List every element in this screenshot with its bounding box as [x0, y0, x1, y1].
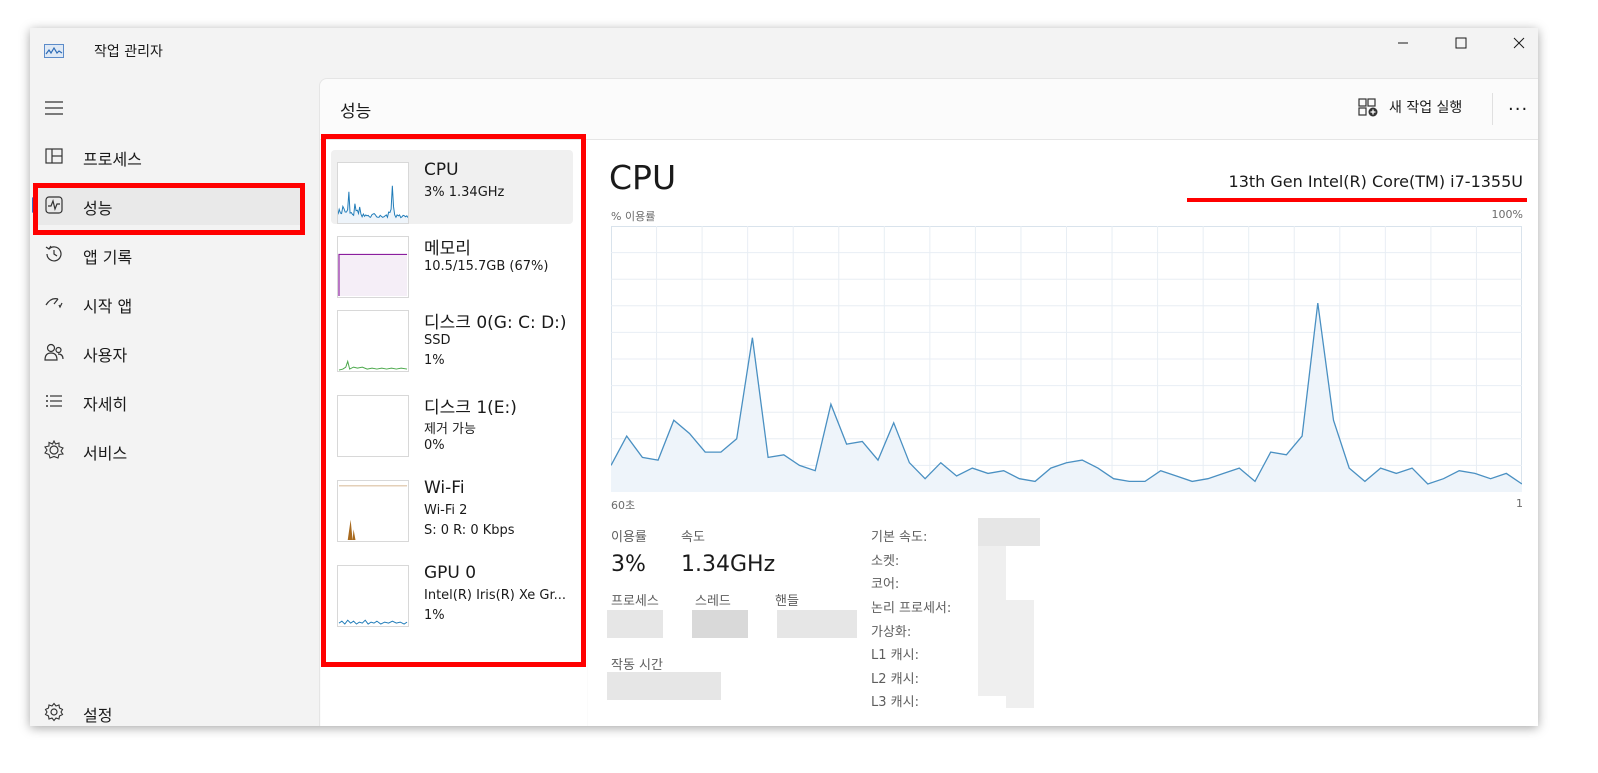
title-bar: 작업 관리자 [30, 28, 1538, 72]
app-title: 작업 관리자 [94, 44, 163, 60]
task-manager-window: 작업 관리자 프로세스 성능 앱 기록 시작 앱 사용자 자세히 서비스 설정 … [30, 28, 1538, 726]
uptime-stat-label: 작동 시간 [611, 658, 663, 673]
spec-base-speed-label: 기본 속도: [871, 530, 928, 545]
header-separator [1492, 93, 1493, 125]
sidebar-item-processes[interactable]: 프로세스 [34, 136, 304, 176]
redacted-spec-values [978, 546, 1006, 696]
sidebar-item-label: 자세히 [83, 395, 128, 414]
cpu-model-name: 13th Gen Intel(R) Core(TM) i7-1355U [1228, 172, 1523, 191]
sidebar-item-app-history[interactable]: 앱 기록 [34, 234, 304, 274]
more-options-button[interactable]: ··· [1508, 99, 1528, 120]
sidebar-item-label: 서비스 [83, 444, 128, 463]
redacted-spec-values-2 [1006, 600, 1034, 708]
redacted-handles-value [777, 610, 857, 638]
sidebar-item-settings[interactable]: 설정 [34, 692, 304, 725]
app-history-icon [45, 245, 62, 262]
close-icon [1513, 37, 1525, 49]
startup-apps-icon [45, 298, 63, 309]
usage-stat-label: 이용률 [611, 530, 647, 545]
sidebar-item-label: 프로세스 [83, 150, 142, 169]
processes-stat-label: 프로세스 [611, 594, 659, 609]
y-axis-max-label: 100% [1491, 208, 1523, 221]
redacted-threads-value [692, 610, 748, 638]
x-axis-right-label: 1 [1516, 497, 1523, 510]
spec-cores-label: 코어: [871, 577, 900, 592]
users-icon [44, 343, 64, 361]
settings-gear-icon [44, 702, 64, 722]
page-title: 성능 [340, 102, 372, 122]
detail-title: CPU [609, 158, 677, 197]
speed-stat-value: 1.34GHz [681, 552, 776, 577]
task-manager-app-icon [44, 44, 64, 58]
new-task-icon [1358, 98, 1378, 117]
handles-stat-label: 핸들 [775, 594, 799, 609]
maximize-icon [1455, 37, 1467, 49]
minimize-icon [1398, 42, 1408, 44]
new-task-label: 새 작업 실행 [1389, 100, 1463, 116]
settings-label: 설정 [83, 706, 113, 725]
highlight-box-device-list [321, 134, 586, 667]
spec-logical-processors-label: 논리 프로세서: [871, 601, 952, 616]
threads-stat-label: 스레드 [695, 594, 731, 609]
speed-stat-label: 속도 [681, 530, 705, 545]
spec-virtualization-label: 가상화: [871, 625, 912, 640]
spec-l3-cache-label: L3 캐시: [871, 695, 919, 710]
close-button[interactable] [1490, 28, 1538, 58]
content-pane: 성능 새 작업 실행 ··· CPU 3% 1.34GHz 메모리 10.5/1… [319, 78, 1538, 726]
usage-stat-value: 3% [611, 552, 646, 577]
redacted-uptime-value [607, 672, 721, 700]
minimize-button[interactable] [1374, 28, 1432, 58]
content-header: 성능 새 작업 실행 ··· [320, 79, 1538, 140]
sidebar-item-services[interactable]: 서비스 [34, 430, 304, 470]
redacted-base-speed-value [978, 518, 1040, 546]
spec-l1-cache-label: L1 캐시: [871, 648, 919, 663]
sidebar-item-label: 시작 앱 [83, 297, 133, 316]
x-axis-left-label: 60초 [611, 499, 636, 512]
redacted-processes-value [607, 610, 663, 638]
sidebar-item-label: 앱 기록 [83, 248, 133, 267]
highlight-box-performance [33, 183, 305, 235]
y-axis-label: % 이용률 [611, 210, 656, 223]
sidebar-item-users[interactable]: 사용자 [34, 332, 304, 372]
hamburger-menu-icon[interactable] [44, 100, 64, 116]
maximize-button[interactable] [1432, 28, 1490, 58]
processes-icon [45, 148, 63, 164]
sidebar-item-startup-apps[interactable]: 시작 앱 [34, 283, 304, 323]
spec-sockets-label: 소켓: [871, 554, 900, 569]
spec-l2-cache-label: L2 캐시: [871, 672, 919, 687]
details-icon [46, 395, 62, 407]
services-icon [44, 440, 64, 459]
sidebar-item-details[interactable]: 자세히 [34, 381, 304, 421]
sidebar-item-label: 사용자 [83, 346, 128, 365]
cpu-detail-pane: CPU 13th Gen Intel(R) Core(TM) i7-1355U … [588, 140, 1538, 726]
highlight-underline-cpu-model [1187, 198, 1527, 202]
new-task-button[interactable]: 새 작업 실행 [1357, 97, 1462, 117]
cpu-usage-graph [611, 226, 1522, 492]
